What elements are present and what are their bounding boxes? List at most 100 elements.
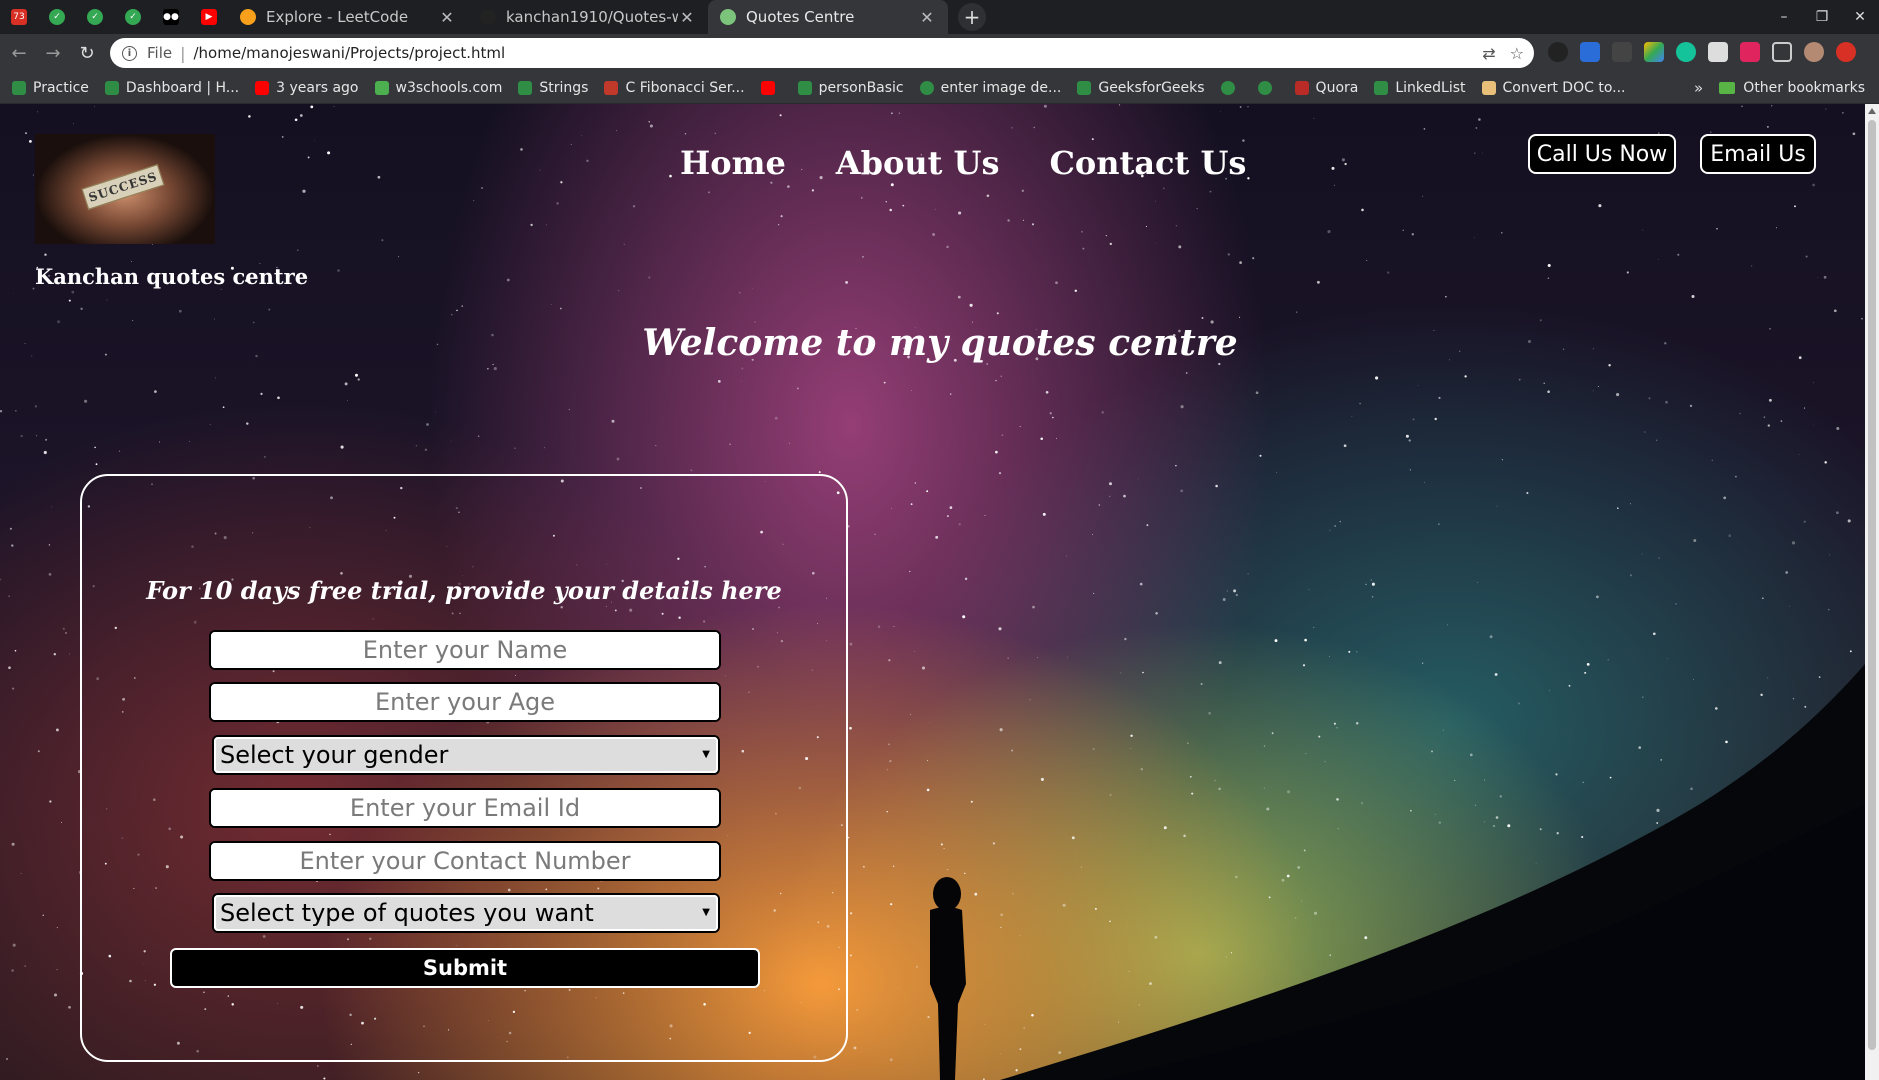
browser-toolbar: ← → ↻ i File | /home/manojeswani/Project…: [0, 34, 1879, 72]
nav-home[interactable]: Home: [680, 144, 786, 182]
close-icon[interactable]: ✕: [918, 8, 936, 27]
globe-icon: [720, 9, 736, 25]
avatar[interactable]: [1804, 42, 1824, 62]
main-nav: Home About Us Contact Us: [680, 144, 1246, 182]
close-window-icon[interactable]: ✕: [1841, 0, 1879, 34]
bookmark-label: Quora: [1315, 79, 1359, 96]
bookmark-label: Dashboard | H...: [125, 79, 240, 96]
bookmark[interactable]: Convert DOC to...: [1481, 79, 1626, 96]
other-bookmarks[interactable]: Other bookmarks: [1719, 80, 1865, 96]
email-us-button[interactable]: Email Us: [1700, 134, 1816, 174]
globe-icon: [919, 80, 934, 95]
gfg-icon: [518, 80, 533, 95]
pinned-tab-check[interactable]: ✓: [114, 0, 152, 34]
extension-icon[interactable]: [1580, 42, 1600, 62]
github-icon: [480, 9, 496, 25]
page-content: SUCCESS Kanchan quotes centre Home About…: [0, 104, 1865, 1080]
address-bar[interactable]: i File | /home/manojeswani/Projects/proj…: [110, 38, 1534, 68]
minimize-icon[interactable]: –: [1765, 0, 1803, 34]
browser-tab-bar: 73 ✓ ✓ ✓ ●● ▶ Explore - LeetCode ✕ kanch…: [0, 0, 1879, 34]
quotes-type-select[interactable]: Select type of quotes you want ▼: [212, 893, 720, 933]
dropdown-caret-icon: ▼: [702, 749, 710, 760]
forward-icon[interactable]: →: [38, 38, 68, 68]
gfg-icon: [104, 80, 119, 95]
nav-about-us[interactable]: About Us: [836, 144, 1000, 182]
bookmark[interactable]: LinkedList: [1374, 79, 1466, 96]
age-input[interactable]: [209, 682, 721, 722]
other-bookmarks-label: Other bookmarks: [1743, 79, 1865, 96]
youtube-icon: ▶: [201, 9, 217, 25]
drive-icon[interactable]: [1644, 42, 1664, 62]
submit-button[interactable]: Submit: [170, 948, 760, 988]
bookmark[interactable]: C Fibonacci Ser...: [604, 80, 745, 96]
extension-icon[interactable]: [1612, 42, 1632, 62]
tab-title: Explore - LeetCode: [266, 8, 409, 26]
bookmark[interactable]: [760, 80, 782, 95]
gfg-icon: [797, 80, 812, 95]
close-icon[interactable]: ✕: [678, 8, 696, 27]
extension-icon[interactable]: [1548, 42, 1568, 62]
gfg-icon: [12, 80, 26, 95]
pinned-tab-check[interactable]: ✓: [76, 0, 114, 34]
grammarly-icon[interactable]: [1676, 42, 1696, 62]
maximize-icon[interactable]: ❐: [1803, 0, 1841, 34]
scrollbar-thumb[interactable]: [1868, 120, 1876, 1050]
gender-select-value: Select your gender: [220, 741, 449, 769]
trial-form-card: For 10 days free trial, provide your det…: [80, 474, 848, 1062]
back-icon[interactable]: ←: [4, 38, 34, 68]
new-tab-button[interactable]: +: [958, 3, 986, 31]
tab-github[interactable]: kanchan1910/Quotes-wel ✕: [468, 0, 708, 34]
name-input[interactable]: [209, 630, 721, 670]
tab-quotes-centre[interactable]: Quotes Centre ✕: [708, 0, 948, 34]
bookmark-label: LinkedList: [1395, 79, 1466, 96]
tab-title: kanchan1910/Quotes-wel: [506, 8, 678, 26]
w3schools-icon: [374, 80, 389, 95]
pinned-tab-youtube[interactable]: ▶: [190, 0, 228, 34]
globe-icon: [1257, 80, 1272, 95]
extension-icon[interactable]: [1740, 42, 1760, 62]
bookmark[interactable]: GeeksforGeeks: [1077, 80, 1205, 96]
pinned-tab-calendar[interactable]: 73: [0, 0, 38, 34]
url-separator: |: [180, 43, 186, 63]
bookmark-label: Practice: [33, 79, 89, 96]
gender-select[interactable]: Select your gender ▼: [212, 735, 720, 775]
translate-icon[interactable]: ⇄: [1482, 44, 1495, 63]
bookmark[interactable]: enter image de...: [919, 79, 1062, 96]
bookmark[interactable]: Strings: [518, 80, 588, 96]
bookmark[interactable]: personBasic: [797, 80, 904, 96]
call-us-button[interactable]: Call Us Now: [1528, 134, 1676, 174]
bookmark-label: enter image de...: [940, 79, 1062, 96]
pinned-tab-check[interactable]: ✓: [38, 0, 76, 34]
scroll-up-icon[interactable]: [1868, 108, 1876, 114]
bookmark[interactable]: Dashboard | H...: [104, 79, 240, 96]
star-icon[interactable]: ☆: [1510, 44, 1524, 63]
pinned-tab-medium[interactable]: ●●: [152, 0, 190, 34]
calendar-icon: 73: [11, 9, 27, 25]
update-icon[interactable]: [1836, 42, 1856, 62]
bookmark[interactable]: [1220, 80, 1242, 95]
extension-icons: [1548, 42, 1856, 62]
person-silhouette: [930, 877, 966, 1080]
tab-title: Quotes Centre: [746, 8, 855, 26]
bookmarks-overflow-chevron-icon[interactable]: »: [1694, 79, 1703, 97]
page-scrollbar[interactable]: [1865, 104, 1879, 1080]
menu-lines-icon[interactable]: [1772, 42, 1792, 62]
contact-number-input[interactable]: [209, 841, 721, 881]
welcome-text: Welcome to my quotes centre: [642, 322, 1238, 364]
bookmark[interactable]: 3 years ago: [255, 80, 359, 96]
bookmark-label: Convert DOC to...: [1502, 79, 1626, 96]
nav-contact-us[interactable]: Contact Us: [1049, 144, 1246, 182]
site-logo[interactable]: SUCCESS: [35, 134, 215, 244]
info-icon[interactable]: i: [122, 45, 137, 61]
reload-icon[interactable]: ↻: [72, 38, 102, 68]
bookmark[interactable]: Quora: [1294, 79, 1359, 96]
bookmark[interactable]: [1257, 80, 1279, 95]
extension-icon[interactable]: [1708, 42, 1728, 62]
gfg-icon: [1374, 80, 1389, 95]
bookmark[interactable]: Practice: [12, 80, 89, 96]
close-icon[interactable]: ✕: [438, 8, 456, 27]
bookmark-icon: [604, 80, 619, 95]
email-input[interactable]: [209, 788, 721, 828]
bookmark[interactable]: w3schools.com: [374, 80, 502, 96]
tab-leetcode[interactable]: Explore - LeetCode ✕: [228, 0, 468, 34]
